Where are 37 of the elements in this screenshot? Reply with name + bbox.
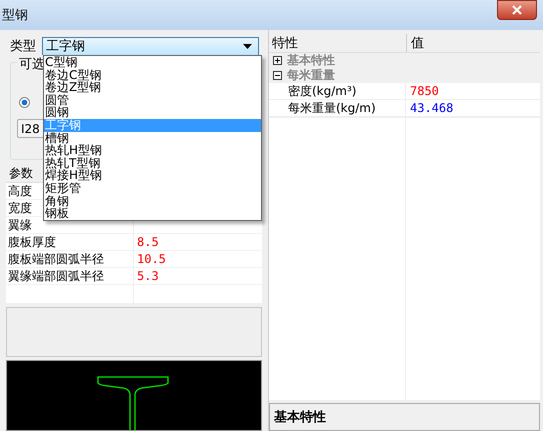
radio-button[interactable] (19, 97, 30, 108)
property-name: 密度(kg/m³) (269, 83, 406, 99)
column-header: 参数 (9, 164, 33, 182)
param-value: 8.5 (136, 234, 160, 250)
type-dropdown[interactable]: 工字钢 (42, 36, 259, 56)
param-name: 翼缘端部圆弧半径 (6, 268, 134, 284)
i-beam-drawing (97, 376, 169, 430)
caret-icon (243, 44, 252, 48)
dropdown-option[interactable]: 圆钢 (44, 106, 261, 119)
dropdown-option[interactable]: 角钢 (44, 194, 261, 208)
dropdown-option[interactable]: 卷边C型钢 (44, 68, 261, 82)
dropdown-option[interactable]: 圆管 (44, 94, 261, 106)
expand-icon[interactable] (273, 56, 282, 65)
property-value: 43.468 (409, 100, 454, 116)
column-header: 特性 (269, 34, 407, 52)
property-value: 7850 (409, 83, 439, 99)
dropdown-option[interactable]: C型钢 (44, 56, 261, 69)
category-label: 每米重量 (287, 67, 335, 84)
close-button[interactable] (497, 0, 537, 20)
column-header: 值 (410, 35, 424, 52)
dropdown-option[interactable]: 焊接H型钢 (44, 169, 261, 182)
property-name: 每米重量(kg/m) (269, 100, 406, 116)
param-name: 腹板厚度 (6, 234, 134, 250)
param-value: 5.3 (136, 268, 160, 284)
category-label: 基本特性 (287, 52, 335, 68)
collapse-icon[interactable] (273, 71, 282, 80)
dropdown-option[interactable]: 热轧H型钢 (44, 144, 261, 157)
dropdown-option[interactable]: 钢板 (44, 207, 261, 220)
description-title: 基本特性 (274, 409, 326, 426)
close-icon (511, 5, 523, 15)
dropdown-option[interactable]: 矩形管 (44, 182, 261, 195)
param-name: 腹板端部圆弧半径 (6, 251, 134, 267)
window-title: 型钢 (1, 7, 28, 24)
type-label: 类型 (10, 38, 36, 55)
dropdown-option[interactable]: 卷边Z型钢 (44, 81, 261, 94)
dropdown-option[interactable]: 热轧T型钢 (44, 156, 261, 170)
param-value: 10.5 (136, 251, 167, 267)
